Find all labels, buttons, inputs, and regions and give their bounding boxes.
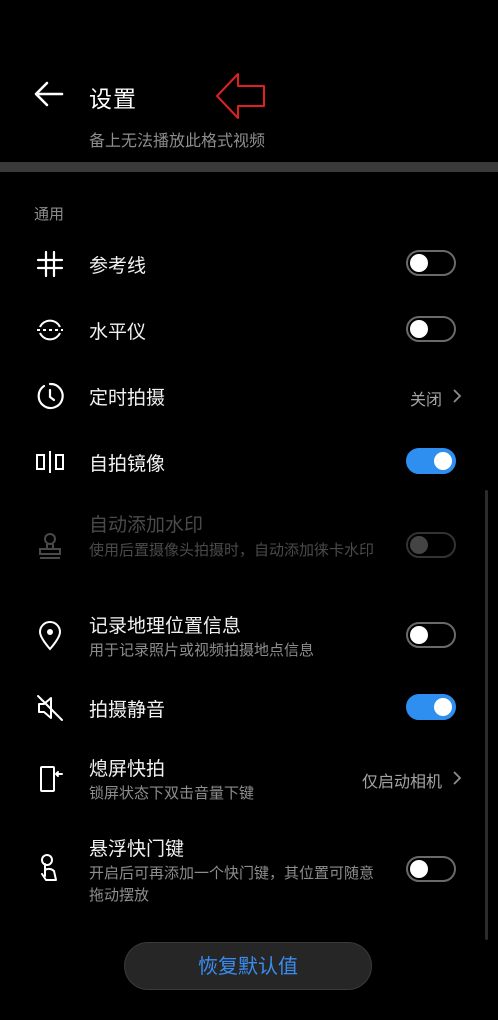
setting-description: 开启后可再添加一个快门键，其位置可随意拖动摆放 [89,864,375,904]
setting-label: 自动添加水印 [89,514,204,536]
chevron-right-icon [453,771,462,785]
level-toggle[interactable] [406,316,456,342]
setting-label: 自拍镜像 [89,453,166,475]
setting-label: 定时拍摄 [89,387,166,409]
setting-label: 水平仪 [89,321,147,343]
stamp-icon [39,533,61,559]
setting-label: 悬浮快门键 [89,838,185,860]
quick-snap-icon [40,766,63,792]
setting-label: 拍摄静音 [89,699,166,721]
floating-shutter-toggle[interactable] [406,856,456,882]
restore-defaults-button[interactable]: 恢复默认值 [124,942,372,990]
mirror-icon [36,451,64,473]
setting-row-level[interactable]: 水平仪 [0,312,498,348]
setting-row-watermark: 自动添加水印 使用后置摄像头拍摄时，自动添加徕卡水印 [0,510,498,586]
mute-icon [37,695,63,721]
setting-label: 参考线 [89,255,147,277]
header-divider [0,162,498,172]
section-label: 通用 [34,205,65,223]
back-arrow-icon[interactable] [32,78,66,110]
floating-shutter-icon [41,854,57,881]
quick-snap-value: 仅启动相机 [361,772,442,791]
level-icon [37,319,63,341]
location-icon [38,621,62,651]
setting-row-floating-shutter[interactable]: 悬浮快门键 开启后可再添加一个快门键，其位置可随意拖动摆放 [0,834,498,910]
setting-row-selfie-mirror[interactable]: 自拍镜像 [0,444,498,480]
setting-label: 熄屏快拍 [89,758,166,780]
setting-row-location[interactable]: 记录地理位置信息 用于记录照片或视频拍摄地点信息 [0,611,498,663]
setting-description: 锁屏状态下双击音量下键 [89,784,255,802]
timer-value: 关闭 [409,390,442,409]
timer-icon [37,382,64,410]
chevron-right-icon [453,389,462,403]
selfie-mirror-toggle[interactable] [406,448,456,474]
page-title: 设置 [89,87,137,113]
page-subtitle: 备上无法播放此格式视频 [89,131,266,150]
setting-row-timer[interactable]: 定时拍摄 关闭 [0,378,498,414]
annotation-arrow-icon [216,73,265,119]
scrollbar[interactable] [485,490,488,940]
location-toggle[interactable] [406,622,456,648]
setting-row-quick-snap[interactable]: 熄屏快拍 锁屏状态下双击音量下键 仅启动相机 [0,754,498,806]
reference-lines-toggle[interactable] [406,250,456,276]
setting-description: 用于记录照片或视频拍摄地点信息 [89,641,315,659]
setting-row-reference-lines[interactable]: 参考线 [0,246,498,282]
setting-label: 记录地理位置信息 [89,615,242,637]
watermark-toggle [406,532,456,558]
setting-description: 使用后置摄像头拍摄时，自动添加徕卡水印 [89,541,375,559]
setting-row-mute[interactable]: 拍摄静音 [0,690,498,726]
mute-toggle[interactable] [406,694,456,720]
header: 设置 备上无法播放此格式视频 [0,0,498,162]
grid-icon [36,250,64,278]
